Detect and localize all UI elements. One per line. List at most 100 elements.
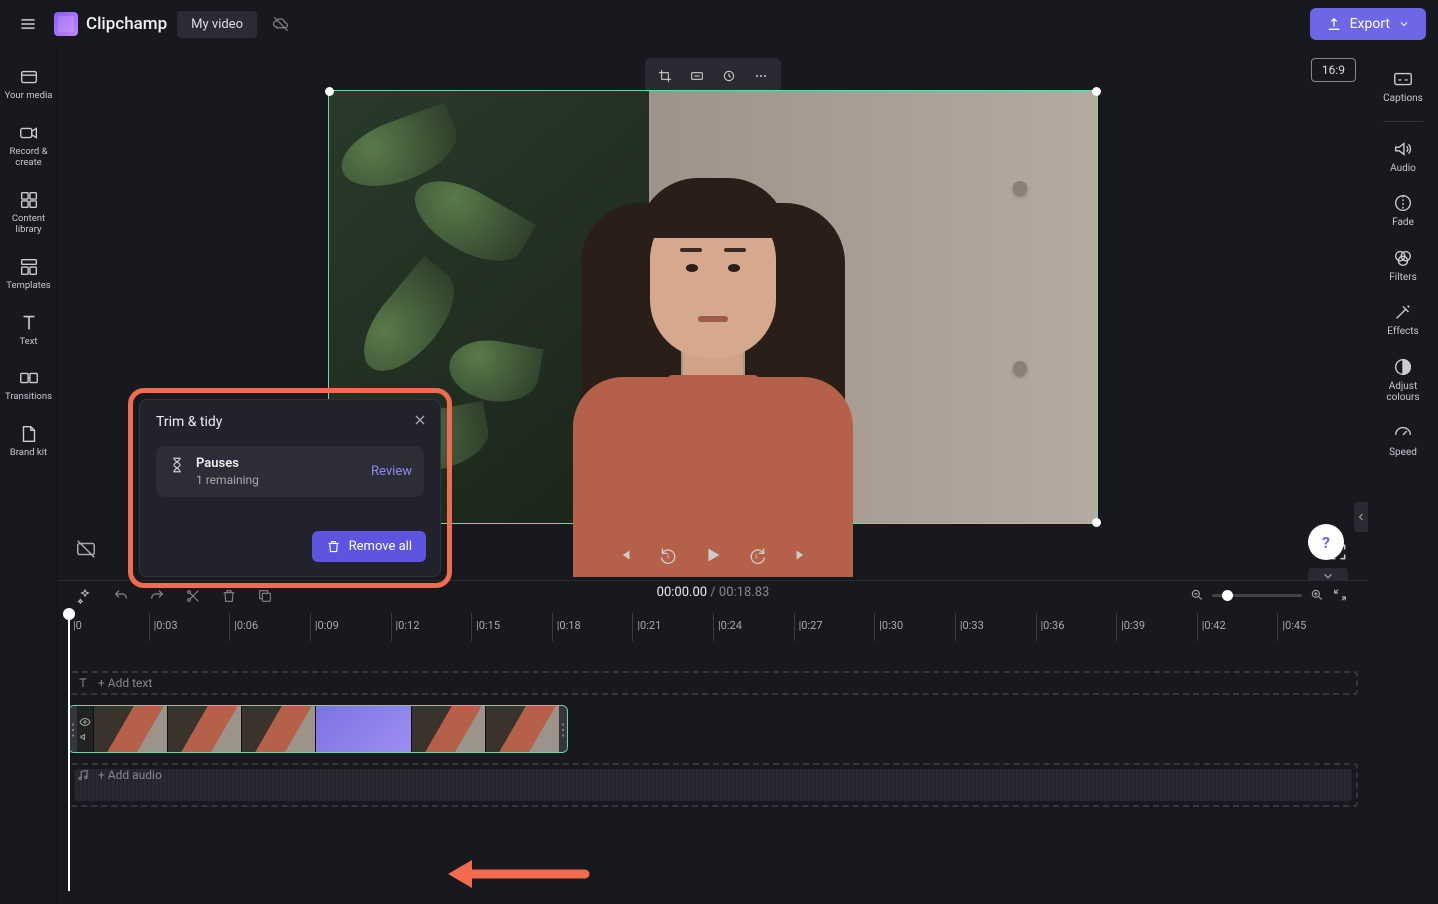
- sidebar-item-filters[interactable]: Filters: [1373, 241, 1433, 290]
- skip-back-icon[interactable]: [614, 544, 636, 566]
- audio-track[interactable]: + Add audio: [68, 763, 1358, 807]
- clip-visible-icon: [79, 716, 91, 728]
- sidebar-item-adjust[interactable]: Adjust colours: [1373, 350, 1433, 410]
- zoom-slider[interactable]: [1212, 594, 1302, 597]
- total-time: 00:18.83: [719, 585, 769, 600]
- remove-all-button[interactable]: Remove all: [312, 531, 426, 562]
- text-track[interactable]: + Add text: [68, 671, 1358, 695]
- zoom-out-icon[interactable]: [1190, 588, 1204, 602]
- sidebar-item-brand[interactable]: Brand kit: [3, 417, 55, 465]
- duplicate-icon[interactable]: [256, 587, 274, 605]
- playhead[interactable]: [68, 613, 70, 891]
- clip-thumb: [411, 706, 485, 752]
- sidebar-item-speed[interactable]: Speed: [1373, 416, 1433, 465]
- sidebar-label: Audio: [1390, 163, 1416, 175]
- clip-handle-right[interactable]: ⋮: [559, 706, 567, 752]
- skip-forward-icon[interactable]: [790, 544, 812, 566]
- aspect-ratio-button[interactable]: 16:9: [1311, 58, 1356, 82]
- clip-thumb: [93, 706, 167, 752]
- more-icon[interactable]: [749, 64, 773, 88]
- time-display: 00:00.00 / 00:18.83: [657, 585, 770, 600]
- sidebar-label: Text: [19, 337, 37, 348]
- waveform: [74, 769, 1352, 801]
- resize-handle[interactable]: [1092, 87, 1101, 96]
- pause-segment[interactable]: [315, 706, 411, 752]
- remove-all-label: Remove all: [349, 539, 412, 554]
- collapse-right-icon[interactable]: [1354, 502, 1368, 532]
- clip-handle-left[interactable]: ⋮: [69, 706, 77, 752]
- sidebar-label: Captions: [1383, 93, 1423, 105]
- video-clip[interactable]: ⋮ ⋮: [68, 705, 568, 753]
- pauses-row[interactable]: Pauses 1 remaining Review: [156, 446, 424, 497]
- export-button[interactable]: Export: [1310, 8, 1426, 40]
- forward-5-icon[interactable]: 5: [746, 544, 768, 566]
- pauses-count: 1 remaining: [196, 473, 259, 487]
- project-name-input[interactable]: My video: [177, 11, 257, 38]
- pip-icon[interactable]: [717, 64, 741, 88]
- left-sidebar: Your media Record & create Content libra…: [0, 48, 58, 904]
- fit-timeline-icon[interactable]: [1332, 587, 1348, 603]
- sidebar-item-text[interactable]: Text: [3, 306, 55, 354]
- menu-icon[interactable]: [12, 8, 44, 40]
- arrow-annotation: [440, 857, 590, 891]
- header: Clipchamp My video Export: [0, 0, 1438, 48]
- playback-controls: 5 5: [614, 544, 812, 566]
- sidebar-item-fade[interactable]: Fade: [1373, 186, 1433, 235]
- cloud-off-icon[interactable]: [271, 14, 291, 34]
- sidebar-item-content[interactable]: Content library: [3, 183, 55, 242]
- play-icon[interactable]: [702, 544, 724, 566]
- current-time: 00:00.00: [657, 585, 707, 600]
- pauses-label: Pauses: [196, 456, 259, 471]
- brand[interactable]: Clipchamp: [54, 12, 167, 36]
- sidebar-label: Transitions: [5, 392, 52, 403]
- ruler-tick: |0:39: [1116, 613, 1197, 641]
- brand-name: Clipchamp: [86, 14, 167, 34]
- trim-tidy-callout: Trim & tidy Pauses 1 remaining Review: [128, 388, 452, 588]
- ruler-tick: |0:09: [310, 613, 391, 641]
- split-icon[interactable]: [184, 587, 202, 605]
- undo-icon[interactable]: [112, 587, 130, 605]
- delete-icon[interactable]: [220, 587, 238, 605]
- ruler-tick: |0:18: [552, 613, 633, 641]
- sidebar-label: Speed: [1389, 447, 1417, 459]
- clip-thumb: [241, 706, 315, 752]
- sidebar-item-audio[interactable]: Audio: [1373, 132, 1433, 181]
- sidebar-item-record[interactable]: Record & create: [3, 116, 55, 175]
- help-button[interactable]: ?: [1308, 524, 1344, 560]
- ruler-tick: |0:42: [1197, 613, 1278, 641]
- sidebar-label: Brand kit: [10, 448, 47, 459]
- stage: 16:9: [58, 48, 1368, 580]
- sidebar-item-your-media[interactable]: Your media: [3, 60, 55, 108]
- add-text-label: + Add text: [98, 676, 152, 690]
- sidebar-label: Record & create: [3, 147, 55, 169]
- sidebar-label: Fade: [1392, 217, 1414, 229]
- trim-tidy-panel: Trim & tidy Pauses 1 remaining Review: [139, 399, 441, 577]
- zoom-controls: [1190, 587, 1348, 603]
- sidebar-item-effects[interactable]: Effects: [1373, 295, 1433, 344]
- redo-icon[interactable]: [148, 587, 166, 605]
- zoom-in-icon[interactable]: [1310, 588, 1324, 602]
- sidebar-item-templates[interactable]: Templates: [3, 250, 55, 298]
- review-button[interactable]: Review: [371, 464, 412, 479]
- svg-text:5: 5: [755, 554, 759, 560]
- divider: [1383, 121, 1423, 122]
- ruler-tick: |0:15: [471, 613, 552, 641]
- close-icon[interactable]: [412, 412, 428, 428]
- resize-handle[interactable]: [325, 87, 334, 96]
- crop-icon[interactable]: [653, 64, 677, 88]
- fit-icon[interactable]: [685, 64, 709, 88]
- magic-icon[interactable]: [76, 587, 94, 605]
- zoom-thumb[interactable]: [1222, 590, 1233, 601]
- tracks: + Add text ⋮ ⋮: [58, 641, 1368, 807]
- sidebar-label: Adjust colours: [1373, 381, 1433, 404]
- cc-off-icon[interactable]: [75, 538, 99, 562]
- resize-handle[interactable]: [1092, 518, 1101, 527]
- sidebar-item-captions[interactable]: Captions: [1373, 62, 1433, 111]
- sidebar-label: Templates: [6, 281, 50, 292]
- ruler-tick: |0:24: [713, 613, 794, 641]
- ruler-tick: |0:30: [874, 613, 955, 641]
- rewind-5-icon[interactable]: 5: [658, 544, 680, 566]
- sidebar-item-transitions[interactable]: Transitions: [3, 361, 55, 409]
- svg-text:5: 5: [667, 554, 671, 560]
- timeline-ruler[interactable]: |0|0:03|0:06|0:09|0:12|0:15|0:18|0:21|0:…: [58, 613, 1368, 641]
